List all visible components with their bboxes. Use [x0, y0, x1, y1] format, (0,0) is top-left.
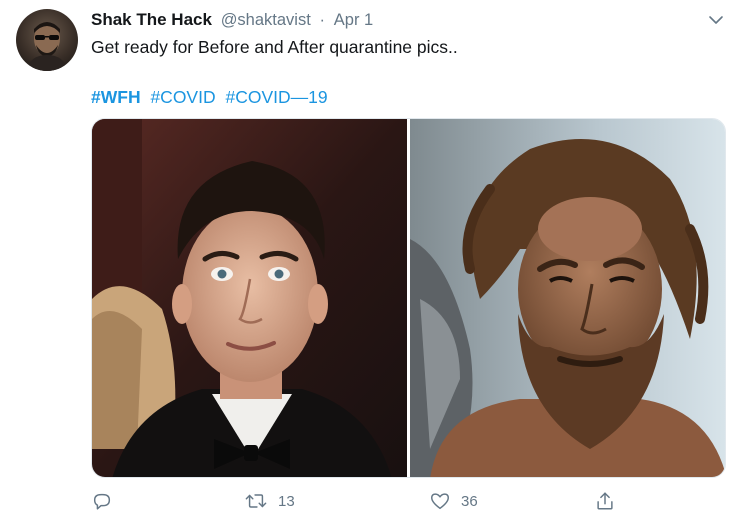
tweet-media — [91, 118, 726, 478]
author-name[interactable]: Shak The Hack — [91, 10, 212, 29]
reply-icon — [91, 490, 113, 512]
hashtag-link[interactable]: #WFH — [91, 87, 141, 107]
tweet-text: Get ready for Before and After quarantin… — [91, 37, 458, 57]
retweet-icon — [244, 490, 268, 512]
like-count: 36 — [461, 492, 478, 510]
like-button[interactable]: 36 — [429, 488, 478, 514]
tweet-header: Shak The Hack @shaktavist · Apr 1 — [91, 9, 373, 31]
share-button[interactable] — [594, 488, 616, 514]
hashtag-link[interactable]: #COVID — [150, 87, 215, 107]
reply-button[interactable] — [91, 488, 123, 514]
separator-dot: · — [319, 11, 326, 29]
share-icon — [594, 490, 616, 512]
action-bar: 13 36 — [91, 488, 731, 514]
retweet-count: 13 — [278, 492, 295, 510]
before-photo[interactable] — [92, 119, 407, 477]
after-photo[interactable] — [410, 119, 725, 477]
heart-icon — [429, 490, 451, 512]
hashtag-link[interactable]: #COVID—19 — [225, 87, 327, 107]
chevron-down-icon[interactable] — [704, 8, 728, 32]
tweet[interactable]: Shak The Hack @shaktavist · Apr 1 Get re… — [0, 0, 743, 517]
hashtags: #WFH #COVID #COVID—19 — [91, 86, 333, 108]
retweet-button[interactable]: 13 — [244, 488, 295, 514]
avatar[interactable] — [16, 9, 78, 71]
author-handle[interactable]: @shaktavist — [221, 11, 311, 29]
tweet-date[interactable]: Apr 1 — [334, 11, 373, 29]
